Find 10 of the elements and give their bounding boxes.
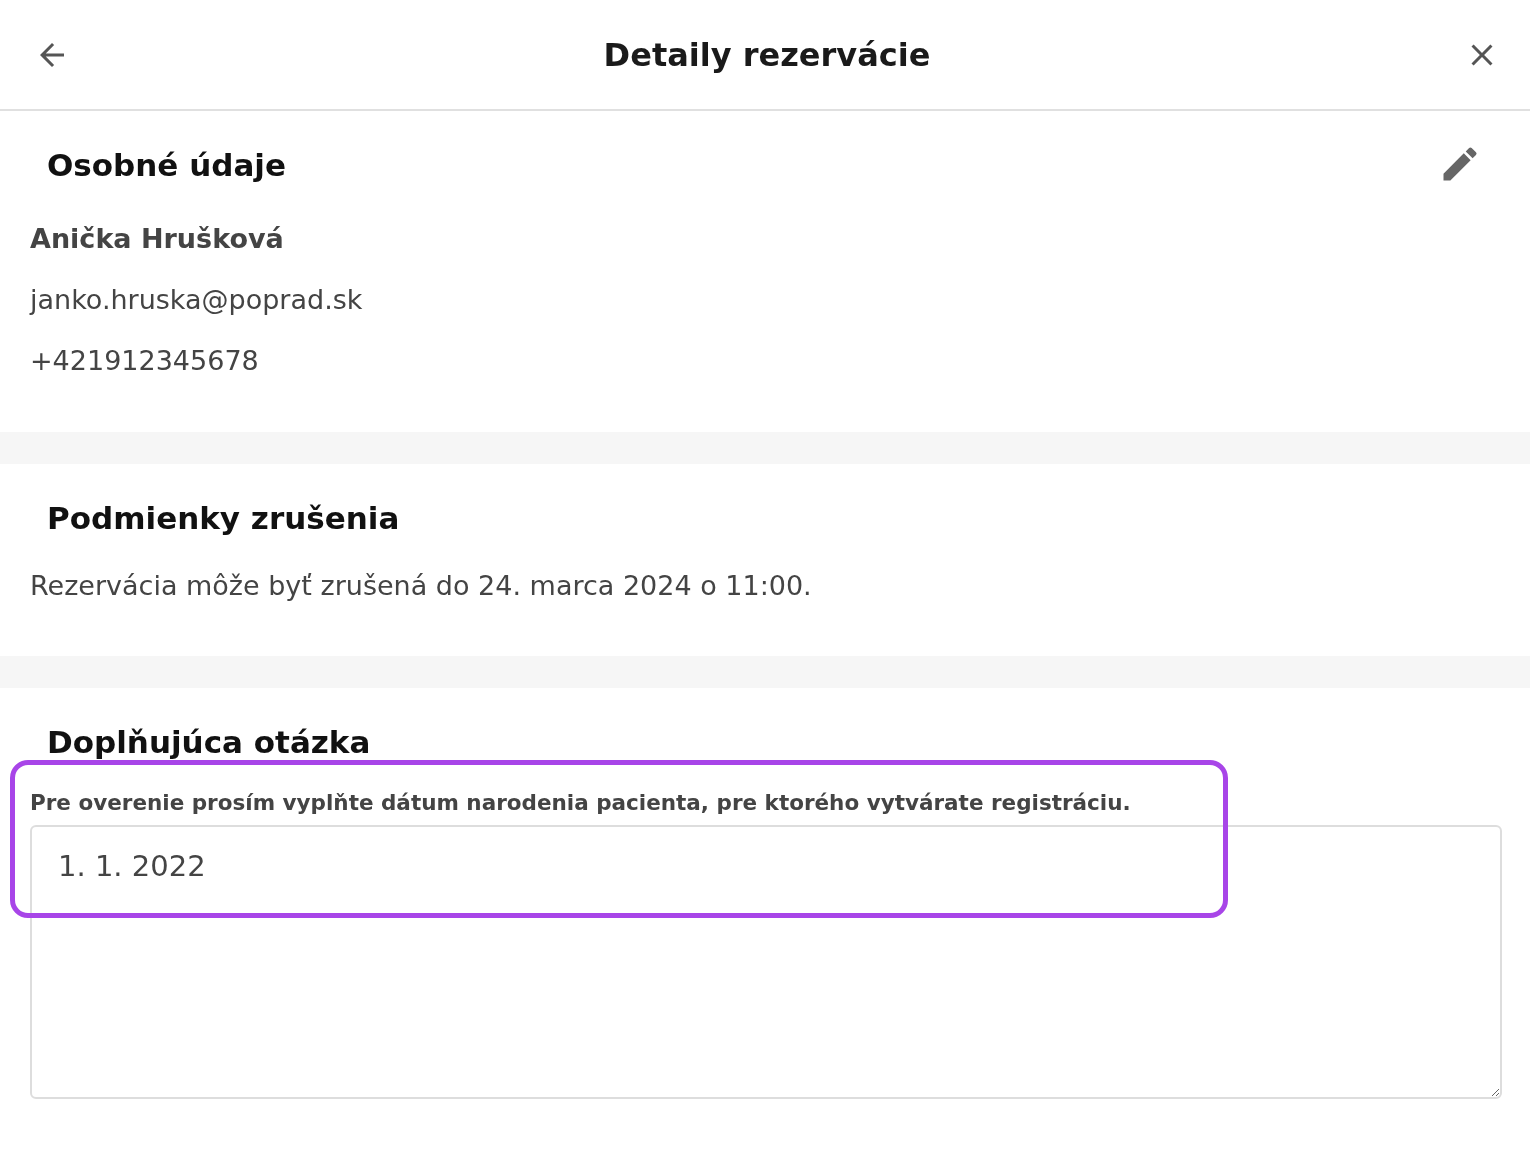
phone-text: +421912345678 <box>30 345 260 376</box>
window-title: Detaily rezervácie <box>603 35 931 74</box>
section-heading: Osobné údaje <box>46 146 286 185</box>
section-heading: Podmienky zrušenia <box>46 499 401 538</box>
cancellation-text: Rezervácia môže byť zrušená do 24. marca 2024 o 11:00. <box>30 570 813 601</box>
person-name: Anička Hrušková <box>30 223 285 254</box>
answer-field[interactable]: 1. 1. 2022 <box>30 825 1502 1099</box>
section-heading: Doplňujúca otázka <box>46 723 372 762</box>
email-text: janko.hruska@poprad.sk <box>30 284 364 315</box>
question-label: Pre overenie prosím vyplňte dátum narodenia pacienta, pre ktorého vytvárate registráciu. <box>30 790 1132 815</box>
